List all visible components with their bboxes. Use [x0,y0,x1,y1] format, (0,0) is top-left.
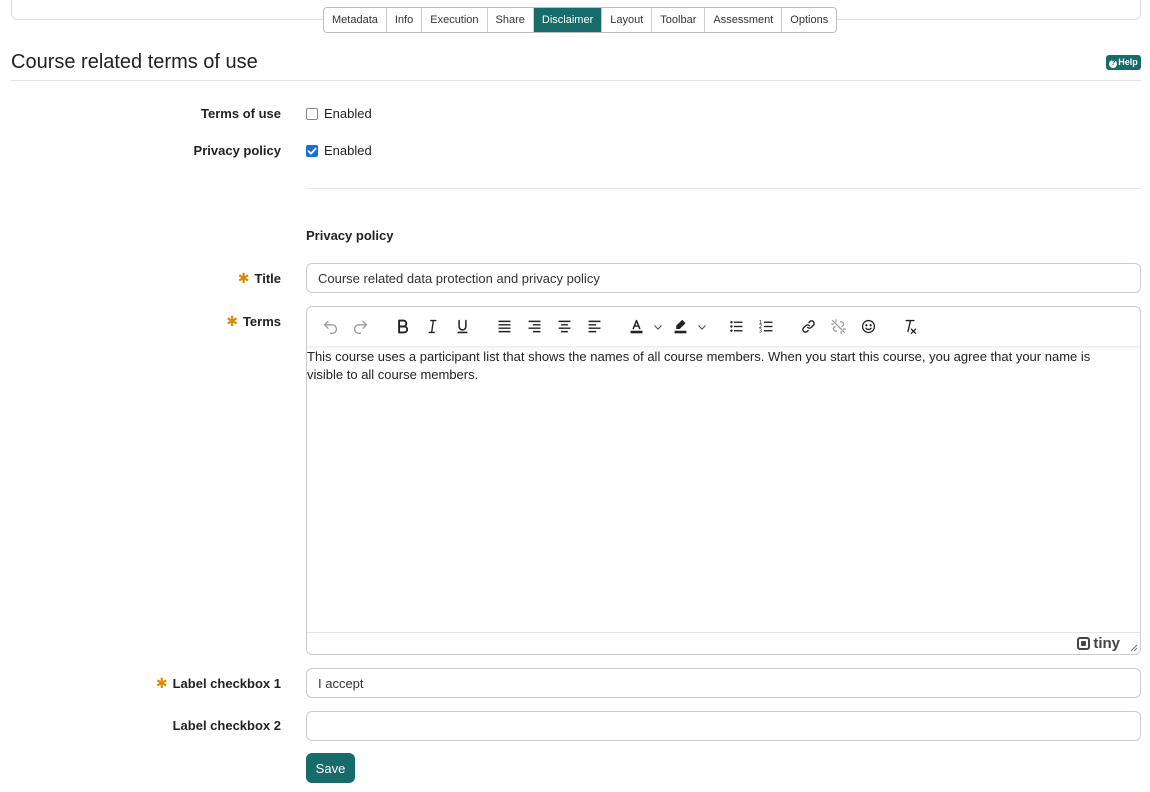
tab-execution[interactable]: Execution [422,8,488,32]
editor-toolbar: 123 [307,307,1140,347]
highlight-button[interactable] [665,313,695,341]
privacy-policy-label: Privacy policy [193,143,281,158]
chevron-down-icon [654,324,662,330]
terms-label: ✱ Terms [226,313,281,330]
privacy-policy-enabled-label: Enabled [324,143,372,158]
align-left-button[interactable] [579,313,609,341]
terms-of-use-checkbox[interactable] [306,107,318,120]
tab-info[interactable]: Info [387,8,423,32]
settings-tabs: Metadata Info Execution Share Disclaimer… [323,7,838,33]
editor-statusbar: tiny [307,632,1140,654]
text-color-icon [630,319,642,334]
privacy-policy-section-heading: Privacy policy [306,228,394,243]
align-left-icon [588,320,600,333]
title-label: ✱ Title [238,270,281,287]
align-center-button[interactable] [549,313,579,341]
redo-icon [353,320,367,334]
terms-rich-text-editor: 123 This course uses a participant list … [306,306,1141,655]
link-button[interactable] [793,313,823,341]
privacy-policy-checkbox-row[interactable]: Enabled [306,143,372,158]
undo-icon [323,320,337,334]
italic-button[interactable] [417,313,447,341]
bold-button[interactable] [387,313,417,341]
save-button[interactable]: Save [306,753,355,783]
privacy-policy-checkbox[interactable] [306,144,318,157]
tab-disclaimer[interactable]: Disclaimer [533,8,603,32]
title-label-text: Title [254,271,282,286]
label-checkbox-1-input[interactable] [306,668,1141,698]
tab-metadata[interactable]: Metadata [324,8,387,32]
resize-handle-icon[interactable] [1130,644,1138,652]
bullet-list-icon [729,321,742,332]
clear-format-icon [905,319,916,334]
title-divider [11,80,1141,81]
emoji-button[interactable] [853,313,883,341]
required-icon: ✱ [155,675,168,691]
underline-icon [456,319,468,334]
unlink-button[interactable] [823,313,853,341]
text-color-split [621,313,665,341]
clear-format-button[interactable] [895,313,925,341]
tab-layout[interactable]: Layout [602,8,653,32]
align-justify-icon [498,320,510,333]
terms-of-use-checkbox-row[interactable]: Enabled [306,106,372,121]
svg-text:3: 3 [758,328,761,334]
highlight-split [665,313,709,341]
help-button[interactable]: ? Help [1106,55,1141,70]
label-checkbox-2-label: Label checkbox 2 [172,718,281,733]
highlight-icon [674,319,686,334]
italic-icon [427,319,437,334]
label-checkbox-1-label: ✱ Label checkbox 1 [156,675,281,692]
tiny-brand-text: tiny [1093,635,1120,652]
terms-of-use-enabled-label: Enabled [324,106,372,121]
undo-button[interactable] [315,313,345,341]
bold-icon [397,319,408,334]
text-color-button[interactable] [621,313,651,341]
checkmark-icon [307,147,317,154]
tab-share[interactable]: Share [488,8,534,32]
tab-assessment[interactable]: Assessment [705,8,783,32]
tiny-logo-icon [1077,637,1091,650]
page-title: Course related terms of use [11,51,258,73]
required-icon: ✱ [237,270,250,286]
tab-options[interactable]: Options [782,8,836,32]
align-center-icon [558,320,570,333]
section-divider [306,188,1141,189]
label-checkbox-1-text: Label checkbox 1 [172,676,281,691]
numbered-list-icon: 123 [758,320,772,334]
tab-toolbar[interactable]: Toolbar [652,8,706,32]
emoji-icon [861,319,875,334]
underline-button[interactable] [447,313,477,341]
bullet-list-button[interactable] [721,313,751,341]
terms-label-text: Terms [242,314,281,329]
terms-of-use-label: Terms of use [201,106,281,121]
align-justify-button[interactable] [489,313,519,341]
required-icon: ✱ [226,313,238,329]
terms-editor-content[interactable]: This course uses a participant list that… [307,348,1140,384]
align-right-icon [528,320,540,333]
align-right-button[interactable] [519,313,549,341]
tiny-logo: tiny [1077,635,1120,652]
unlink-icon [830,319,846,334]
label-checkbox-2-input[interactable] [306,711,1141,741]
chevron-down-icon [698,324,706,330]
numbered-list-button[interactable]: 123 [751,313,781,341]
title-input[interactable] [306,263,1141,293]
text-color-dropdown[interactable] [651,313,665,341]
link-icon [801,320,815,333]
question-icon: ? [1109,60,1118,68]
redo-button[interactable] [345,313,375,341]
help-label: Help [1118,57,1138,67]
highlight-dropdown[interactable] [695,313,709,341]
